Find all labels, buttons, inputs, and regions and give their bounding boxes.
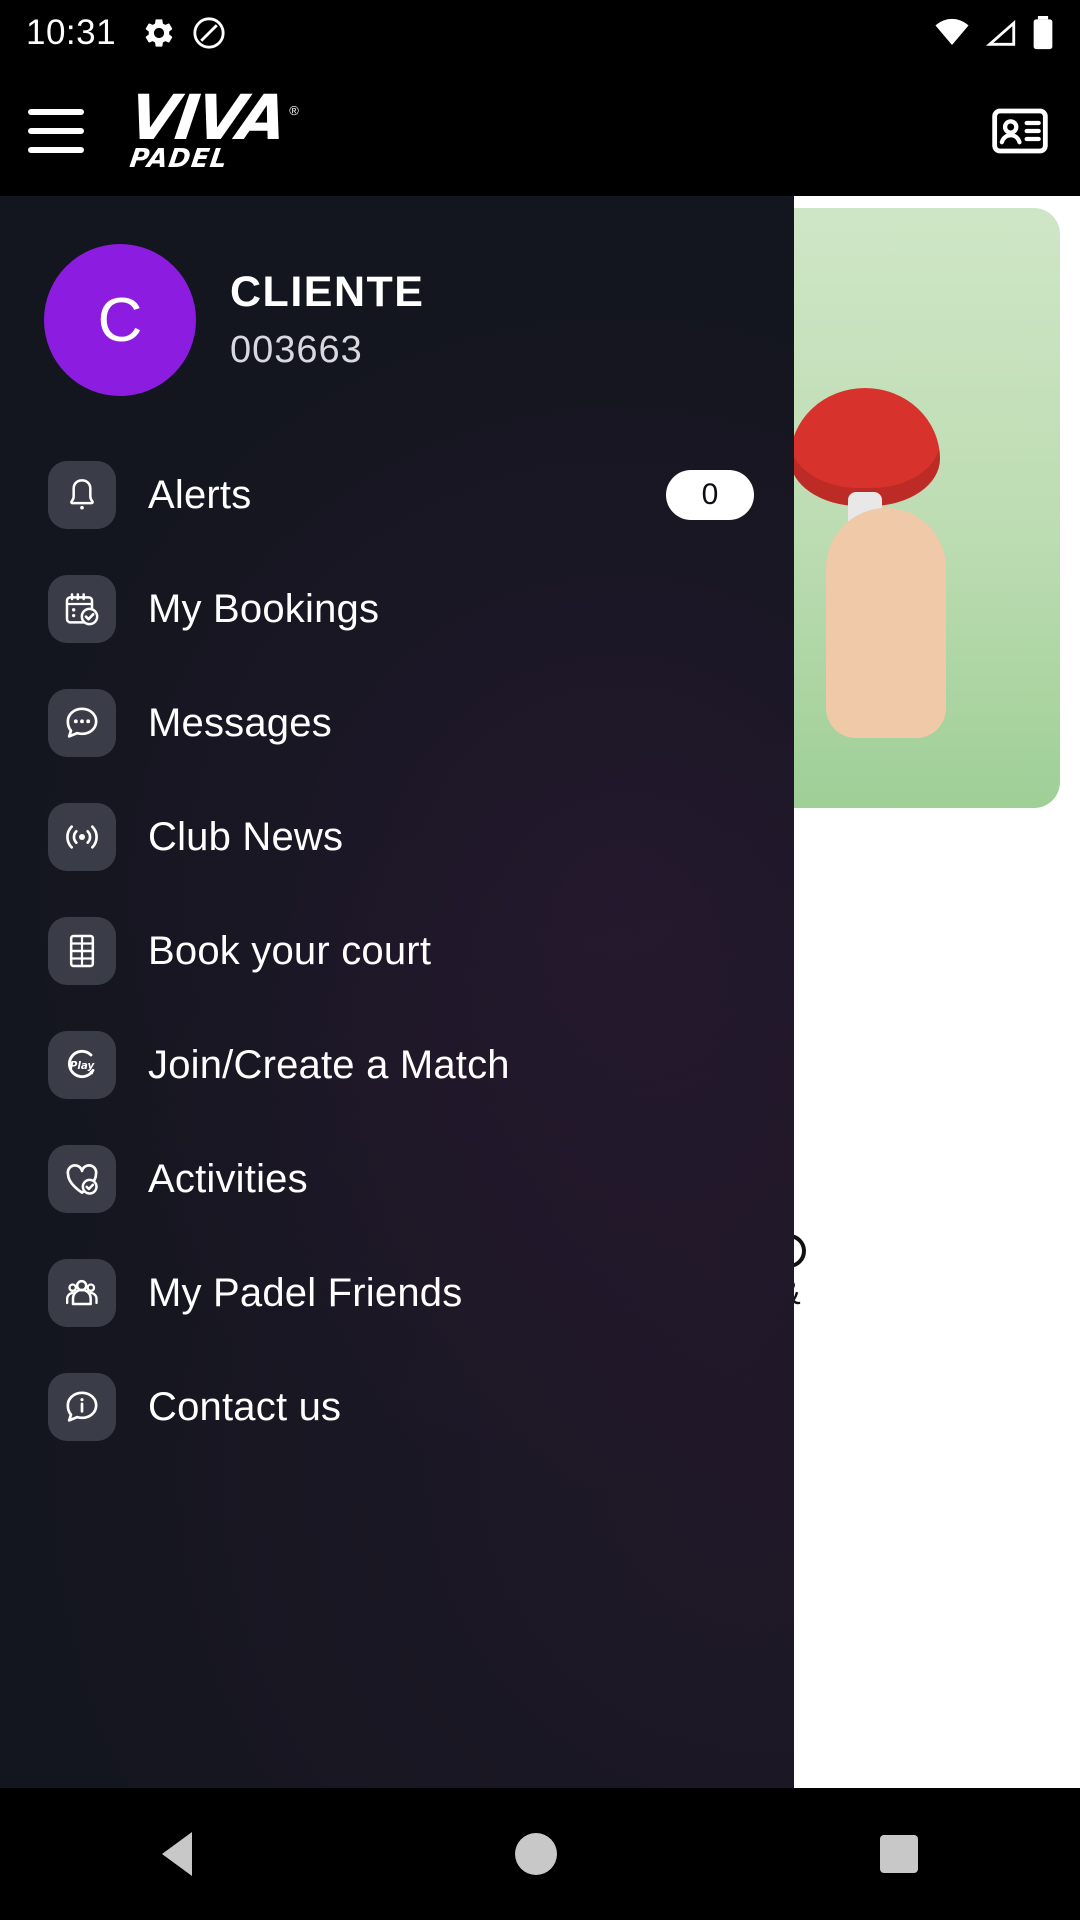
alerts-badge: 0 bbox=[666, 470, 754, 520]
play-circle-icon: Play bbox=[48, 1031, 116, 1099]
menu-label: Join/Create a Match bbox=[148, 1042, 510, 1087]
status-bar-notification-icons bbox=[142, 16, 226, 50]
app-logo-registered: ® bbox=[289, 103, 299, 118]
app-bar: VIVA PADEL ® bbox=[0, 66, 1080, 196]
heart-check-icon bbox=[48, 1145, 116, 1213]
menu-label: My Padel Friends bbox=[148, 1270, 463, 1315]
menu-item-club-news[interactable]: Club News bbox=[0, 780, 794, 894]
app-logo: VIVA PADEL ® bbox=[125, 81, 299, 174]
cellular-signal-icon bbox=[985, 19, 1016, 46]
navigation-drawer: C CLIENTE 003663 Alerts 0 My Bookings Me… bbox=[0, 196, 794, 1788]
hamburger-menu-icon[interactable] bbox=[28, 109, 84, 153]
profile-text: CLIENTE 003663 bbox=[230, 268, 424, 372]
status-bar-clock: 10:31 bbox=[26, 13, 117, 52]
drawer-menu: Alerts 0 My Bookings Messages Club News … bbox=[0, 438, 794, 1464]
home-circle-icon[interactable] bbox=[514, 1833, 557, 1875]
profile-id: 003663 bbox=[230, 329, 363, 371]
status-bar-system-icons bbox=[934, 16, 1054, 50]
info-chat-icon bbox=[48, 1373, 116, 1441]
menu-item-join-create-a-match[interactable]: Play Join/Create a Match bbox=[0, 1008, 794, 1122]
menu-item-book-your-court[interactable]: Book your court bbox=[0, 894, 794, 1008]
menu-item-my-bookings[interactable]: My Bookings bbox=[0, 552, 794, 666]
phone-screen: 10:31 VIVA PADEL ® C CLIENTE 003663 Aler… bbox=[0, 0, 1080, 1920]
wifi-icon bbox=[935, 18, 969, 45]
svg-text:Play: Play bbox=[70, 1060, 96, 1072]
status-bar: 10:31 bbox=[0, 0, 1080, 66]
bell-icon bbox=[48, 461, 116, 529]
avatar: C bbox=[44, 244, 196, 396]
profile-name: CLIENTE bbox=[230, 268, 425, 316]
gear-icon bbox=[145, 19, 173, 47]
calendar-check-icon bbox=[48, 575, 116, 643]
menu-label: Alerts bbox=[148, 472, 252, 517]
menu-label: Activities bbox=[148, 1156, 308, 1201]
chat-bubble-icon bbox=[48, 689, 116, 757]
menu-item-alerts[interactable]: Alerts 0 bbox=[0, 438, 794, 552]
people-group-icon bbox=[48, 1259, 116, 1327]
member-card-icon[interactable] bbox=[988, 99, 1052, 163]
menu-item-contact-us[interactable]: Contact us bbox=[0, 1350, 794, 1464]
do-not-disturb-icon bbox=[193, 17, 225, 49]
menu-label: Messages bbox=[148, 700, 332, 745]
menu-label: Book your court bbox=[148, 928, 432, 973]
app-logo-main: VIVA bbox=[124, 81, 290, 155]
profile-header[interactable]: C CLIENTE 003663 bbox=[0, 196, 794, 396]
court-grid-icon bbox=[48, 917, 116, 985]
android-nav-bar bbox=[0, 1788, 1080, 1920]
recents-square-icon[interactable] bbox=[880, 1835, 919, 1873]
menu-item-my-padel-friends[interactable]: My Padel Friends bbox=[0, 1236, 794, 1350]
broadcast-icon bbox=[48, 803, 116, 871]
back-triangle-icon[interactable] bbox=[161, 1832, 192, 1876]
battery-icon bbox=[1033, 16, 1053, 50]
menu-label: Contact us bbox=[148, 1384, 342, 1429]
padel-racket-graphic bbox=[790, 388, 940, 506]
menu-label: My Bookings bbox=[148, 586, 380, 631]
menu-item-activities[interactable]: Activities bbox=[0, 1122, 794, 1236]
menu-label: Club News bbox=[148, 814, 344, 859]
app-logo-sub: PADEL bbox=[127, 143, 230, 174]
player-arm-graphic bbox=[826, 508, 946, 738]
menu-item-messages[interactable]: Messages bbox=[0, 666, 794, 780]
